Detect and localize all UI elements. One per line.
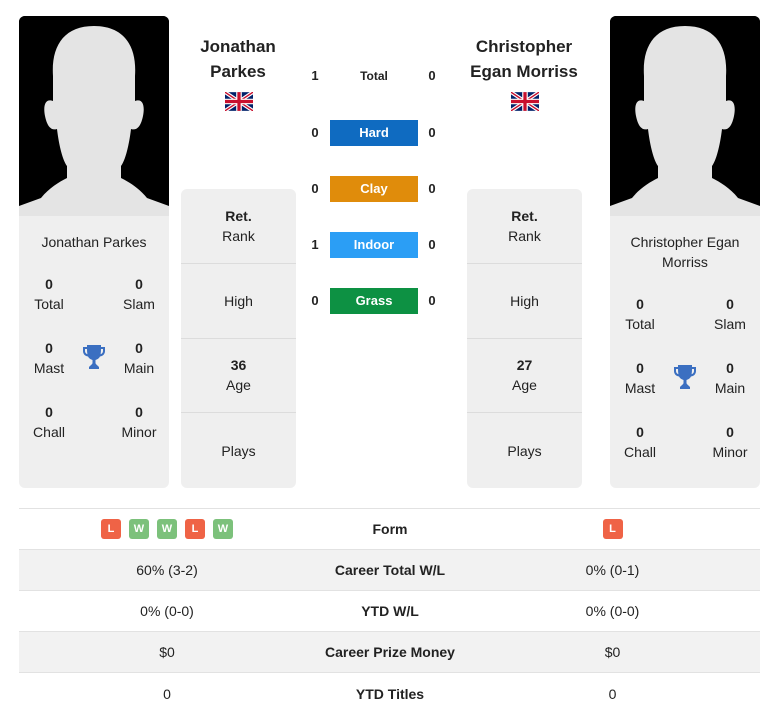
form-left-badges: LWWLW <box>19 519 315 539</box>
info-rank: Ret. Rank <box>467 189 582 264</box>
row-label: YTD W/L <box>361 603 419 619</box>
row-right-value: $0 <box>604 644 621 660</box>
row-left-value: $0 <box>159 644 175 660</box>
player-left-card: Jonathan Parkes 0 Total 0 Slam 0 Mast 0 Main… <box>19 216 169 488</box>
titles-main: 0 Main <box>714 360 746 396</box>
player-left-photo <box>19 16 169 216</box>
table-row: 60% (3-2) Career Total W/L 0% (0-1) <box>19 550 760 591</box>
h2h-clay: 0 Clay 0 <box>300 176 450 202</box>
row-label: YTD Titles <box>355 685 425 702</box>
row-left-value: 0% (0-0) <box>140 603 194 619</box>
titles-minor: 0 Minor <box>712 424 748 460</box>
form-loss-badge[interactable]: L <box>101 519 121 539</box>
player-right-info: Ret. Rank High 27 Age Plays <box>467 189 582 488</box>
titles-minor: 0 Minor <box>121 404 157 440</box>
row-right-value: 0 <box>608 685 617 702</box>
row-right-value: 0% (0-1) <box>585 562 640 578</box>
surface-indoor-button[interactable]: Indoor <box>330 232 418 258</box>
form-win-badge[interactable]: W <box>157 519 177 539</box>
player-right-name[interactable]: Christopher Egan Morriss <box>449 34 599 84</box>
form-right-badges: L <box>465 519 760 539</box>
info-plays: Plays <box>221 442 256 459</box>
titles-mast: 0 Mast <box>624 360 656 396</box>
trophy-icon <box>674 365 696 389</box>
row-right-value: 0% (0-0) <box>585 603 640 619</box>
uk-flag-icon <box>225 92 253 111</box>
table-row: 0% (0-0) YTD W/L 0% (0-0) <box>19 591 760 632</box>
surface-grass-button[interactable]: Grass <box>330 288 418 314</box>
form-loss-badge[interactable]: L <box>185 519 205 539</box>
form-win-badge[interactable]: W <box>129 519 149 539</box>
row-label: Career Prize Money <box>325 644 455 660</box>
titles-chall: 0 Chall <box>33 404 65 440</box>
row-left-value: 60% (3-2) <box>136 562 198 578</box>
titles-chall: 0 Chall <box>624 424 656 460</box>
silhouette-icon <box>610 16 760 216</box>
titles-total: 0 Total <box>625 296 655 332</box>
h2h-grass: 0 Grass 0 <box>300 288 450 314</box>
player-left-card-name: Jonathan Parkes <box>41 234 147 250</box>
h2h-indoor: 1 Indoor 0 <box>300 232 450 258</box>
titles-mast: 0 Mast <box>33 340 65 376</box>
titles-total: 0 Total <box>34 276 64 312</box>
h2h-hard: 0 Hard 0 <box>300 120 450 146</box>
info-high: High <box>467 264 582 339</box>
form-loss-badge[interactable]: L <box>602 519 623 539</box>
row-label: Career Total W/L <box>334 562 446 578</box>
info-age: 27 Age <box>467 339 582 414</box>
player-left-info: Ret. Rank High 36 Age Plays <box>181 189 296 488</box>
silhouette-icon <box>19 16 169 216</box>
info-high: High <box>181 264 296 339</box>
surface-hard-button[interactable]: Hard <box>330 120 418 146</box>
row-label: Form <box>372 521 408 537</box>
h2h-total: 1 Total 0 <box>311 68 436 83</box>
titles-main: 0 Main <box>123 340 155 376</box>
surface-clay-button[interactable]: Clay <box>330 176 418 202</box>
form-row: LWWLW Form L <box>19 509 760 550</box>
info-rank: Ret. Rank <box>181 189 296 264</box>
titles-slam: 0 Slam <box>123 276 155 312</box>
player-right-photo <box>610 16 760 216</box>
titles-slam: 0 Slam <box>714 296 746 332</box>
info-plays: Plays <box>507 442 542 459</box>
info-age: 36 Age <box>181 339 296 414</box>
form-win-badge[interactable]: W <box>213 519 233 539</box>
player-right-card-name: Christopher Egan Morriss <box>630 234 740 270</box>
player-left-name[interactable]: Jonathan Parkes <box>163 34 313 84</box>
comparison-table: LWWLW Form L 60% (3-2) Career Total W/L … <box>19 508 760 714</box>
trophy-icon <box>83 345 105 369</box>
uk-flag-icon <box>511 92 539 111</box>
player-right-card: Christopher Egan Morriss 0 Total 0 Slam 0M… <box>610 216 760 488</box>
row-left-value: 0 <box>163 685 171 702</box>
table-row: 0 YTD Titles 0 <box>19 673 760 714</box>
table-row: $0 Career Prize Money $0 <box>19 632 760 673</box>
